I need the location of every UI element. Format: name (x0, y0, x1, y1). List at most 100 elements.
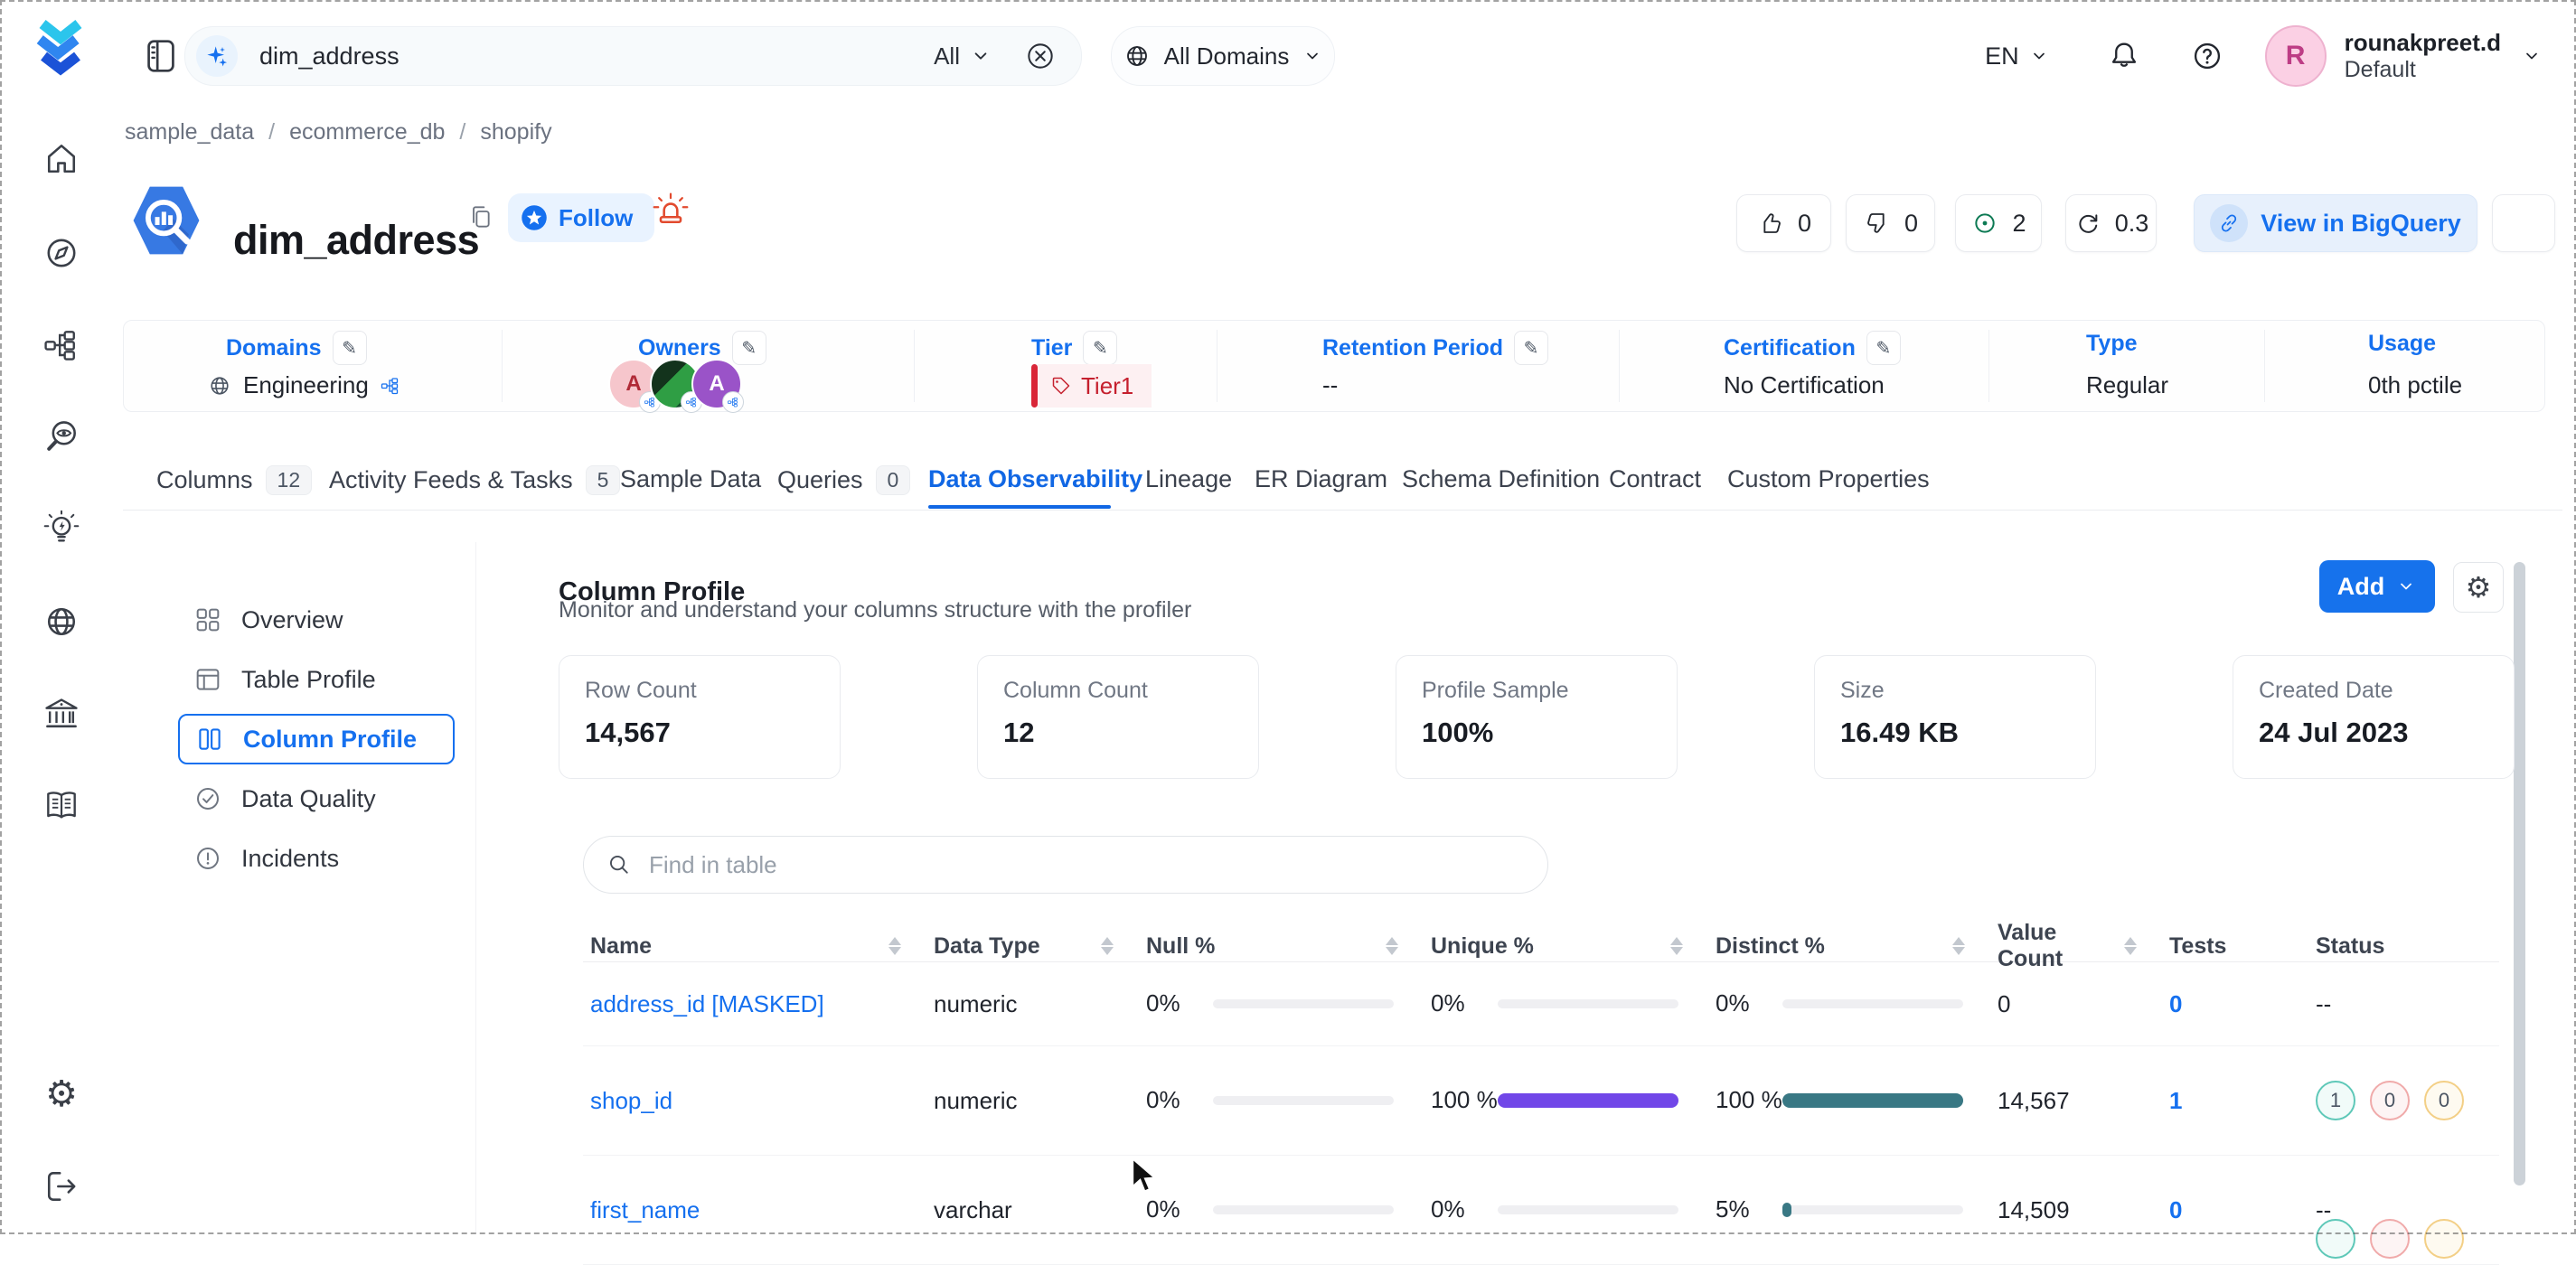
announcement-siren-icon[interactable] (651, 190, 691, 230)
nav-governance-icon[interactable] (41, 694, 82, 736)
profiler-nav-table-profile[interactable]: Table Profile (178, 654, 455, 705)
edit-certification-button[interactable]: ✎ (1866, 331, 1901, 365)
header-name[interactable]: Name (583, 933, 926, 960)
header-unique-pct[interactable]: Unique % (1424, 933, 1708, 960)
sort-icon[interactable] (1952, 937, 1965, 955)
header-null-pct[interactable]: Null % (1139, 933, 1424, 960)
external-link-icon (2210, 204, 2248, 242)
column-name-link[interactable]: shop_id (590, 1087, 672, 1114)
breadcrumb-database[interactable]: ecommerce_db (289, 119, 445, 145)
status-failed-badge[interactable]: 0 (2370, 1081, 2410, 1120)
sort-icon[interactable] (1670, 937, 1683, 955)
find-in-table-search[interactable] (583, 836, 1548, 894)
chevron-down-icon (1302, 45, 1323, 67)
add-button[interactable]: Add (2319, 560, 2435, 613)
view-in-bigquery-label: View in BigQuery (2261, 210, 2461, 238)
tab-queries[interactable]: Queries0 (777, 465, 910, 495)
progress-track (1213, 1205, 1394, 1214)
domains-label: Domains ✎ (226, 331, 367, 365)
column-name-link[interactable]: address_id [MASKED] (590, 990, 824, 1017)
sidebar-toggle-icon[interactable] (140, 35, 182, 77)
owner-avatar[interactable]: A (691, 359, 742, 409)
tests-link[interactable]: 1 (2169, 1087, 2182, 1114)
tab-custom-properties[interactable]: Custom Properties (1727, 465, 1930, 493)
panel-divider (475, 542, 476, 1234)
target-icon (1970, 209, 1999, 238)
breadcrumb-database-service[interactable]: sample_data (125, 119, 254, 145)
tab-count-badge: 5 (586, 465, 621, 495)
header-data-type[interactable]: Data Type (926, 933, 1139, 960)
search-scope-dropdown[interactable]: All (934, 42, 992, 70)
profiler-nav-overview[interactable]: Overview (178, 595, 455, 645)
nav-logout-icon[interactable] (41, 1166, 82, 1207)
sort-icon[interactable] (1101, 937, 1114, 955)
upvote-button[interactable]: 0 (1736, 194, 1831, 252)
tab-sample-data[interactable]: Sample Data (620, 465, 761, 493)
app-logo[interactable] (29, 16, 92, 88)
tier-badge[interactable]: Tier1 (1031, 364, 1152, 408)
header-distinct-pct[interactable]: Distinct % (1708, 933, 1990, 960)
domains-filter-dropdown[interactable]: All Domains (1111, 26, 1335, 86)
downvote-button[interactable]: 0 (1846, 194, 1935, 252)
profiler-settings-button[interactable]: ⚙ (2453, 562, 2504, 613)
tests-link[interactable]: 0 (2169, 990, 2182, 1017)
sort-icon[interactable] (2124, 937, 2137, 955)
followers-count: 2 (2012, 210, 2026, 238)
view-in-bigquery-button[interactable]: View in BigQuery (2194, 194, 2477, 252)
breadcrumb-schema[interactable]: shopify (480, 119, 551, 145)
mouse-cursor (1128, 1157, 1164, 1201)
edit-domains-button[interactable]: ✎ (333, 331, 367, 365)
find-in-table-input[interactable] (647, 850, 1547, 880)
user-avatar[interactable]: R (2265, 25, 2327, 87)
copy-name-icon[interactable] (466, 202, 495, 231)
tab-activity-feeds[interactable]: Activity Feeds & Tasks5 (329, 465, 620, 495)
profiler-nav-incidents[interactable]: Incidents (178, 833, 455, 884)
domain-value[interactable]: Engineering (207, 371, 401, 399)
tests-link[interactable]: 0 (2169, 1196, 2182, 1223)
distinct-pct-cell: 100 % (1708, 1084, 1990, 1116)
tab-columns[interactable]: Columns12 (156, 465, 312, 495)
profiler-nav-column-profile[interactable]: Column Profile (178, 714, 455, 764)
global-search-input[interactable] (258, 42, 934, 71)
stat-label: Row Count (585, 678, 814, 704)
tab-er-diagram[interactable]: ER Diagram (1255, 465, 1387, 493)
tab-data-observability[interactable]: Data Observability (928, 465, 1142, 493)
nav-lineage-icon[interactable] (41, 324, 82, 366)
vertical-scrollbar[interactable] (2514, 562, 2525, 1185)
tab-schema-definition[interactable]: Schema Definition (1402, 465, 1600, 493)
nav-insights-icon[interactable] (41, 508, 82, 549)
status-aborted-badge[interactable]: 0 (2424, 1081, 2464, 1120)
nav-home-icon[interactable] (41, 138, 82, 180)
nav-explore-icon[interactable] (41, 232, 82, 274)
tab-contract[interactable]: Contract (1609, 465, 1701, 493)
nav-settings-icon[interactable]: ⚙ (41, 1073, 82, 1115)
nav-domains-icon[interactable] (41, 601, 82, 642)
header-value-count[interactable]: Value Count (1990, 920, 2162, 972)
nav-glossary-icon[interactable] (41, 785, 82, 827)
follow-button[interactable]: Follow (508, 193, 654, 242)
edit-retention-button[interactable]: ✎ (1514, 331, 1548, 365)
sort-icon[interactable] (888, 937, 901, 955)
global-search[interactable]: All (184, 26, 1082, 86)
followers-button[interactable]: 2 (1955, 194, 2042, 252)
edit-owners-button[interactable]: ✎ (732, 331, 766, 365)
column-name-link[interactable]: first_name (590, 1196, 700, 1223)
nav-observability-icon[interactable] (41, 416, 82, 457)
profiler-nav-data-quality[interactable]: Data Quality (178, 773, 455, 824)
search-clear-icon[interactable] (1023, 39, 1058, 73)
ai-sparkle-icon[interactable] (196, 35, 238, 77)
edit-tier-button[interactable]: ✎ (1083, 331, 1117, 365)
version-button[interactable]: 0.3 (2065, 194, 2157, 252)
owner-avatars[interactable]: A A (608, 359, 733, 409)
notifications-bell-icon[interactable] (2106, 38, 2142, 74)
chevron-down-icon[interactable] (2521, 45, 2543, 67)
header-tests: Tests (2162, 933, 2308, 960)
status-success-badge[interactable]: 1 (2316, 1081, 2355, 1120)
user-menu[interactable]: rounakpreet.d Default (2345, 30, 2501, 83)
help-icon[interactable] (2189, 38, 2225, 74)
tab-lineage[interactable]: Lineage (1145, 465, 1232, 493)
language-dropdown[interactable]: EN (1985, 42, 2050, 70)
sort-icon[interactable] (1386, 937, 1398, 955)
value-count-cell: 14,567 (1990, 1087, 2162, 1115)
more-options-button[interactable] (2492, 194, 2555, 252)
